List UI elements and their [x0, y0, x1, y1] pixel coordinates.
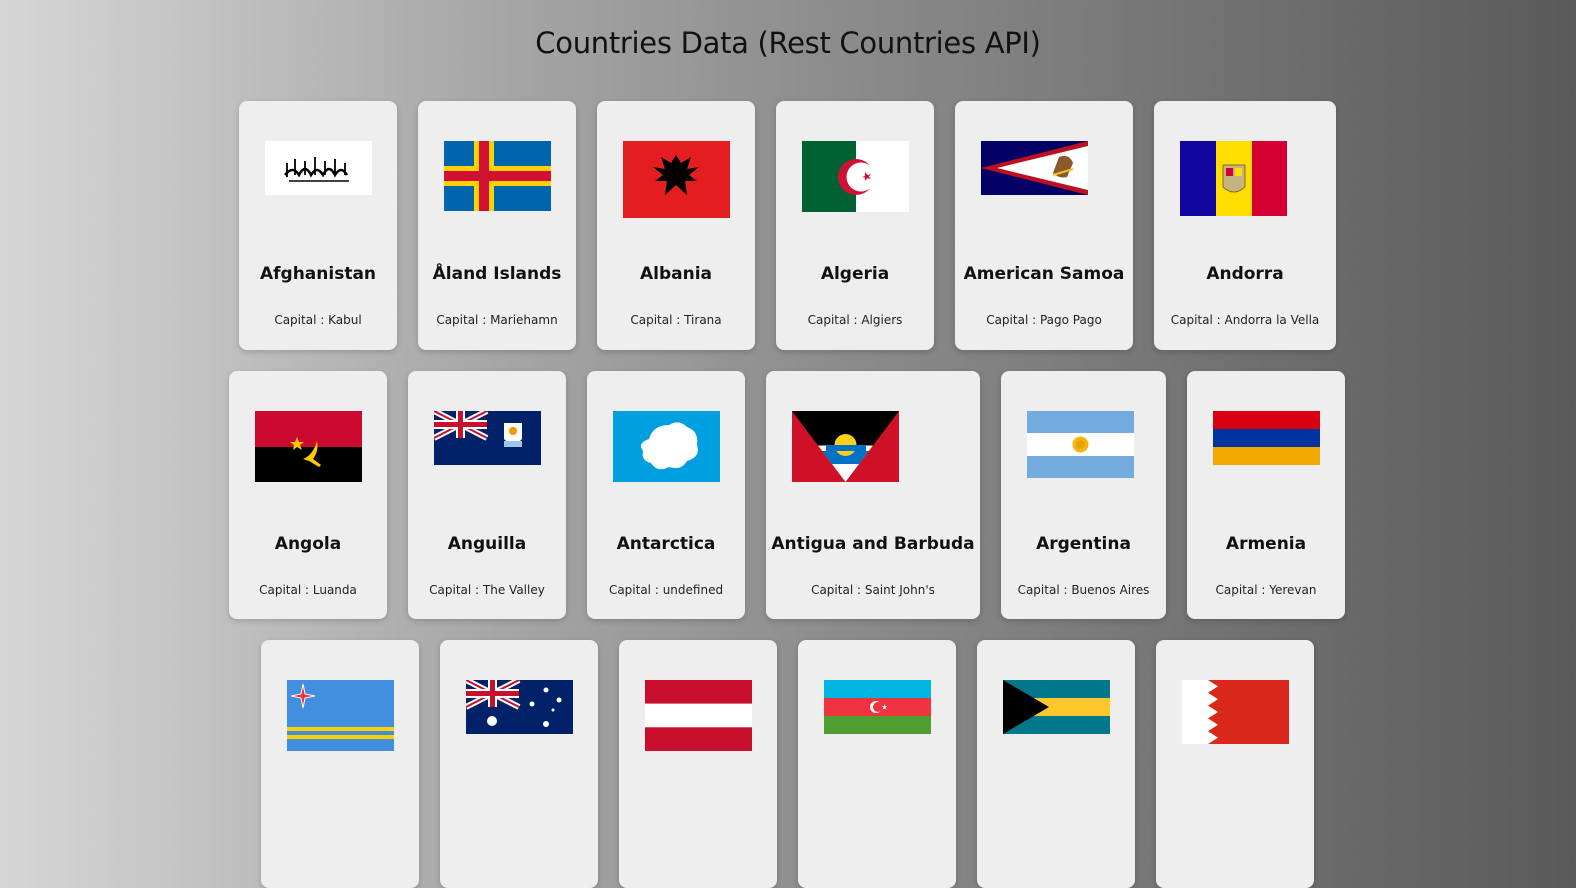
country-card[interactable] — [440, 640, 598, 888]
bahamas-flag-icon — [1003, 680, 1110, 734]
country-name: Albania — [639, 264, 713, 284]
andorra-flag-icon — [1180, 141, 1287, 216]
country-capital: Capital : Luanda — [259, 583, 357, 597]
country-capital: Capital : Saint John's — [811, 583, 935, 597]
anguilla-flag-icon — [434, 411, 541, 465]
country-card[interactable]: Argentina Capital : Buenos Aires — [1001, 371, 1166, 619]
country-name: Angola — [274, 534, 342, 554]
country-capital: Capital : Pago Pago — [986, 313, 1102, 327]
country-card[interactable]: Åland Islands Capital : Mariehamn — [418, 101, 576, 350]
country-card[interactable]: Andorra Capital : Andorra la Vella — [1154, 101, 1336, 350]
country-card[interactable]: Albania Capital : Tirana — [597, 101, 755, 350]
country-name: Algeria — [820, 264, 890, 284]
country-card[interactable] — [1156, 640, 1314, 888]
country-name: Afghanistan — [259, 264, 377, 284]
country-card[interactable] — [619, 640, 777, 888]
country-card[interactable] — [261, 640, 419, 888]
austria-flag-icon — [645, 680, 752, 751]
country-capital: Capital : Tirana — [630, 313, 722, 327]
country-card[interactable]: Armenia Capital : Yerevan — [1187, 371, 1345, 619]
country-card[interactable]: Afghanistan Capital : Kabul — [239, 101, 397, 350]
country-card[interactable]: American Samoa Capital : Pago Pago — [955, 101, 1133, 350]
azerbaijan-flag-icon — [824, 680, 931, 734]
country-name: Armenia — [1225, 534, 1307, 554]
country-name: Antigua and Barbuda — [771, 534, 975, 554]
country-capital: Capital : undefined — [608, 583, 724, 597]
argentina-flag-icon — [1027, 411, 1134, 478]
angola-flag-icon — [255, 411, 362, 482]
country-name: American Samoa — [963, 264, 1125, 284]
aland-islands-flag-icon — [444, 141, 551, 211]
country-name: Antarctica — [616, 534, 716, 554]
armenia-flag-icon — [1213, 411, 1320, 465]
country-card[interactable] — [977, 640, 1135, 888]
australia-flag-icon — [466, 680, 573, 734]
country-card[interactable] — [798, 640, 956, 888]
country-name: Åland Islands — [432, 264, 562, 284]
country-capital: Capital : Mariehamn — [436, 313, 558, 327]
country-capital: Capital : The Valley — [429, 583, 545, 597]
country-card[interactable]: Anguilla Capital : The Valley — [408, 371, 566, 619]
american-samoa-flag-icon — [981, 141, 1088, 195]
page-title: Countries Data (Rest Countries API) — [535, 26, 1041, 60]
country-name: Anguilla — [447, 534, 527, 554]
country-card[interactable]: Algeria Capital : Algiers — [776, 101, 934, 350]
antarctica-flag-icon — [613, 411, 720, 482]
country-name: Andorra — [1206, 264, 1284, 284]
algeria-flag-icon — [802, 141, 909, 212]
country-card[interactable]: Angola Capital : Luanda — [229, 371, 387, 619]
country-card[interactable]: Antarctica Capital : undefined — [587, 371, 745, 619]
country-capital: Capital : Algiers — [807, 313, 903, 327]
country-capital: Capital : Andorra la Vella — [1170, 313, 1320, 327]
afghanistan-flag-icon — [265, 141, 372, 195]
aruba-flag-icon — [287, 680, 394, 751]
country-capital: Capital : Buenos Aires — [1017, 583, 1150, 597]
country-capital: Capital : Kabul — [274, 313, 362, 327]
albania-flag-icon — [623, 141, 730, 218]
antigua-and-barbuda-flag-icon — [792, 411, 899, 482]
country-capital: Capital : Yerevan — [1215, 583, 1317, 597]
country-card[interactable]: Antigua and Barbuda Capital : Saint John… — [766, 371, 980, 619]
country-name: Argentina — [1036, 534, 1131, 554]
bahrain-flag-icon — [1182, 680, 1289, 744]
